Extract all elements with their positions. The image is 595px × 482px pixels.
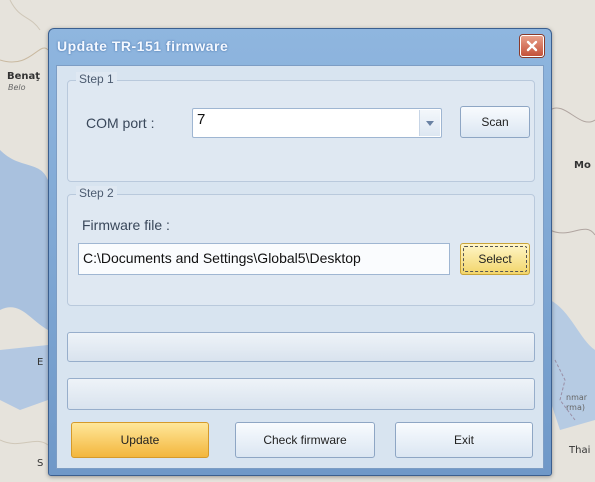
update-firmware-dialog: Update TR-151 firmware Step 1 COM port :… [48, 28, 552, 476]
com-port-value: 7 [197, 111, 206, 128]
step2-title: Step 2 [76, 186, 117, 200]
map-label: S [37, 458, 44, 469]
check-firmware-button[interactable]: Check firmware [235, 422, 375, 458]
dialog-title: Update TR-151 firmware [57, 38, 229, 54]
map-label: rma) [566, 403, 585, 412]
map-label: Mo [574, 160, 591, 171]
progress-bar-2 [67, 378, 535, 410]
step1-title: Step 1 [76, 72, 117, 86]
map-label: Benaţ [7, 71, 41, 82]
close-icon [526, 40, 538, 52]
chevron-down-icon [426, 120, 434, 126]
map-label: nmar [566, 393, 588, 402]
close-button[interactable] [520, 35, 544, 57]
select-button[interactable]: Select [460, 243, 530, 275]
firmware-path-field[interactable]: C:\Documents and Settings\Global5\Deskto… [78, 243, 450, 275]
title-bar[interactable]: Update TR-151 firmware [49, 29, 551, 65]
dropdown-arrow[interactable] [419, 110, 440, 136]
progress-bar-1 [67, 332, 535, 362]
scan-button[interactable]: Scan [460, 106, 530, 138]
exit-button[interactable]: Exit [395, 422, 533, 458]
map-label: Thai [569, 445, 591, 456]
com-port-select[interactable]: 7 [192, 108, 442, 138]
firmware-file-label: Firmware file : [82, 217, 170, 233]
map-label: E [37, 357, 44, 368]
step2-group: Step 2 Firmware file : C:\Documents and … [67, 186, 535, 306]
step1-group: Step 1 COM port : 7 Scan [67, 72, 535, 182]
update-button[interactable]: Update [71, 422, 209, 458]
map-label: Belo [8, 83, 26, 92]
focus-ring [463, 246, 527, 272]
com-port-label: COM port : [86, 115, 155, 131]
dialog-body: Step 1 COM port : 7 Scan Step 2 Firmware… [56, 65, 544, 469]
